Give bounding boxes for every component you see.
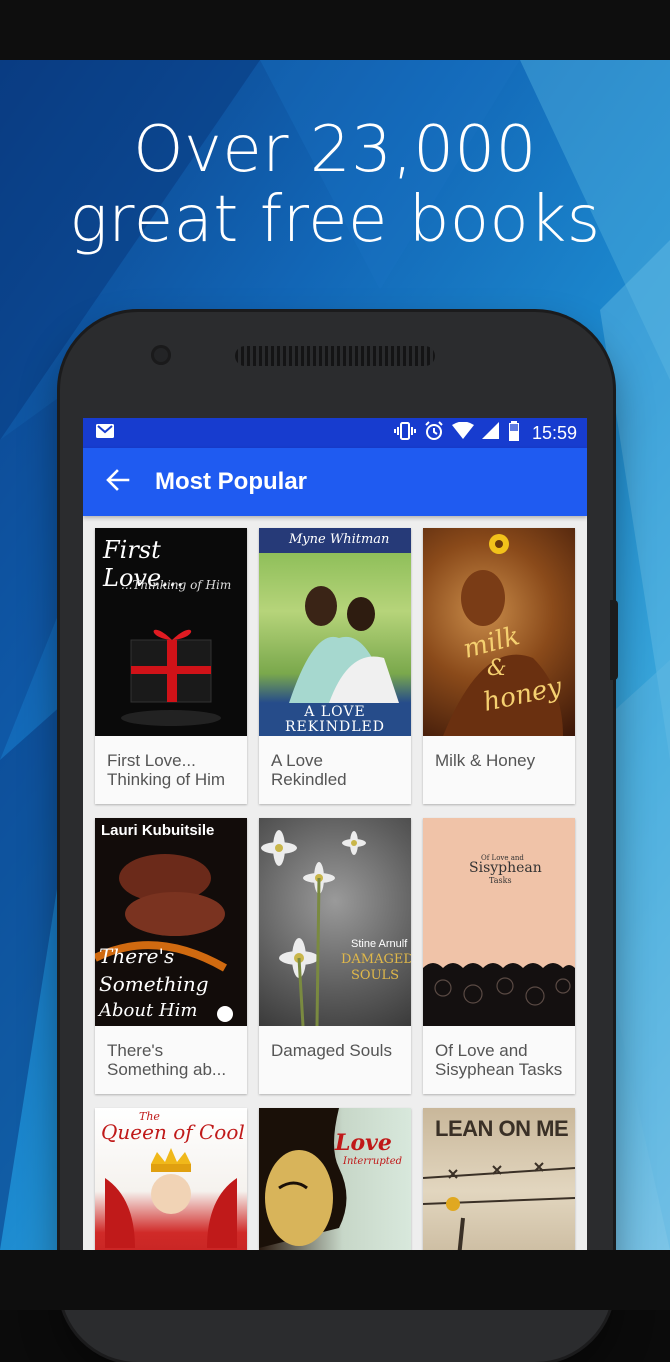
book-card[interactable]: milk & honey Milk & Honey bbox=[423, 528, 575, 804]
phone-side-button bbox=[610, 600, 618, 680]
cover-title-line-2: Interrupted bbox=[343, 1156, 403, 1167]
cover-title-line-2: SOULS bbox=[351, 968, 400, 983]
headline: Over 23,000 great free books bbox=[0, 115, 670, 255]
lace-art bbox=[423, 963, 575, 1026]
headline-line-1: Over 23,000 bbox=[133, 113, 537, 187]
book-cover: milk & honey bbox=[423, 528, 575, 736]
book-card[interactable]: Myne Whitman A LOVE REKINDLED A Love Rek… bbox=[259, 528, 411, 804]
app-bar: Most Popular bbox=[83, 448, 587, 516]
cover-title-line-1: A LOVE bbox=[304, 704, 366, 720]
book-card[interactable]: First Love... ...Thinking of Him First L… bbox=[95, 528, 247, 804]
arrow-back-icon bbox=[106, 468, 130, 496]
gmail-icon bbox=[95, 423, 115, 444]
book-cover: Of Love and Sisyphean Tasks bbox=[423, 818, 575, 1026]
signal-icon bbox=[481, 421, 500, 445]
book-cover: The Queen of Cool bbox=[95, 1108, 247, 1250]
cover-title-line-1: Love bbox=[335, 1130, 392, 1156]
cover-author: Lauri Kubuitsile bbox=[101, 822, 215, 839]
book-cover: Love Interrupted bbox=[259, 1108, 411, 1250]
book-title: There's Something ab... bbox=[107, 1041, 227, 1079]
cover-title-line-1: DAMAGED bbox=[341, 952, 411, 967]
bottom-black-band bbox=[0, 1250, 670, 1310]
cover-author: Myne Whitman bbox=[289, 532, 390, 547]
front-camera bbox=[151, 345, 171, 365]
phone-screen: 15:59 Most Popular First Love... ...Thin… bbox=[83, 418, 587, 1250]
cover-title-line-1: There's bbox=[99, 944, 175, 968]
book-title: First Love... Thinking of Him bbox=[107, 751, 226, 789]
book-cover: Stine Arnulf DAMAGED SOULS bbox=[259, 818, 411, 1026]
cover-title-line-2: REKINDLED bbox=[285, 719, 385, 735]
top-black-band bbox=[0, 0, 670, 60]
book-cover: Lauri Kubuitsile There's Something About… bbox=[95, 818, 247, 1026]
book-cover: First Love... ...Thinking of Him bbox=[95, 528, 247, 736]
status-bar: 15:59 bbox=[83, 418, 587, 448]
cover-title-line-2: Queen of Cool bbox=[101, 1120, 245, 1144]
book-card[interactable]: LEAN ON ME bbox=[423, 1108, 575, 1250]
alarm-icon bbox=[424, 420, 444, 446]
phone-speaker bbox=[235, 346, 435, 366]
cover-author: Stine Arnulf bbox=[351, 938, 408, 950]
battery-icon bbox=[508, 420, 520, 446]
book-title: Damaged Souls bbox=[271, 1041, 392, 1060]
book-card[interactable]: Stine Arnulf DAMAGED SOULS Damaged Souls bbox=[259, 818, 411, 1094]
cover-title-line-3: About Him bbox=[99, 1000, 198, 1021]
book-card[interactable]: Of Love and Sisyphean Tasks Of Love and … bbox=[423, 818, 575, 1094]
back-button[interactable] bbox=[83, 448, 153, 516]
daisies-art bbox=[261, 830, 366, 1026]
cover-subtitle: ...Thinking of Him bbox=[121, 578, 232, 592]
headline-line-2: great free books bbox=[69, 183, 601, 257]
cover-title: LEAN ON ME bbox=[435, 1116, 569, 1141]
book-title: Milk & Honey bbox=[435, 751, 536, 770]
status-time: 15:59 bbox=[531, 422, 577, 443]
page-title: Most Popular bbox=[155, 468, 308, 495]
wifi-icon bbox=[451, 421, 474, 445]
book-card[interactable]: The Queen of Cool bbox=[95, 1108, 247, 1250]
book-title: Of Love and Sisyphean Tasks bbox=[435, 1041, 563, 1079]
book-title: A Love Rekindled bbox=[271, 751, 347, 789]
cover-title-line-2: & bbox=[487, 656, 507, 681]
vibrate-icon bbox=[393, 421, 416, 445]
book-grid: First Love... ...Thinking of Him First L… bbox=[83, 516, 587, 1250]
cover-title-line-3: Tasks bbox=[489, 876, 512, 885]
cover-title-line-2: Something bbox=[99, 972, 209, 996]
book-card[interactable]: Lauri Kubuitsile There's Something About… bbox=[95, 818, 247, 1094]
book-card[interactable]: Love Interrupted bbox=[259, 1108, 411, 1250]
book-cover: Myne Whitman A LOVE REKINDLED bbox=[259, 528, 411, 736]
cover-title-line-2: Sisyphean bbox=[469, 860, 542, 876]
book-cover: LEAN ON ME bbox=[423, 1108, 575, 1250]
